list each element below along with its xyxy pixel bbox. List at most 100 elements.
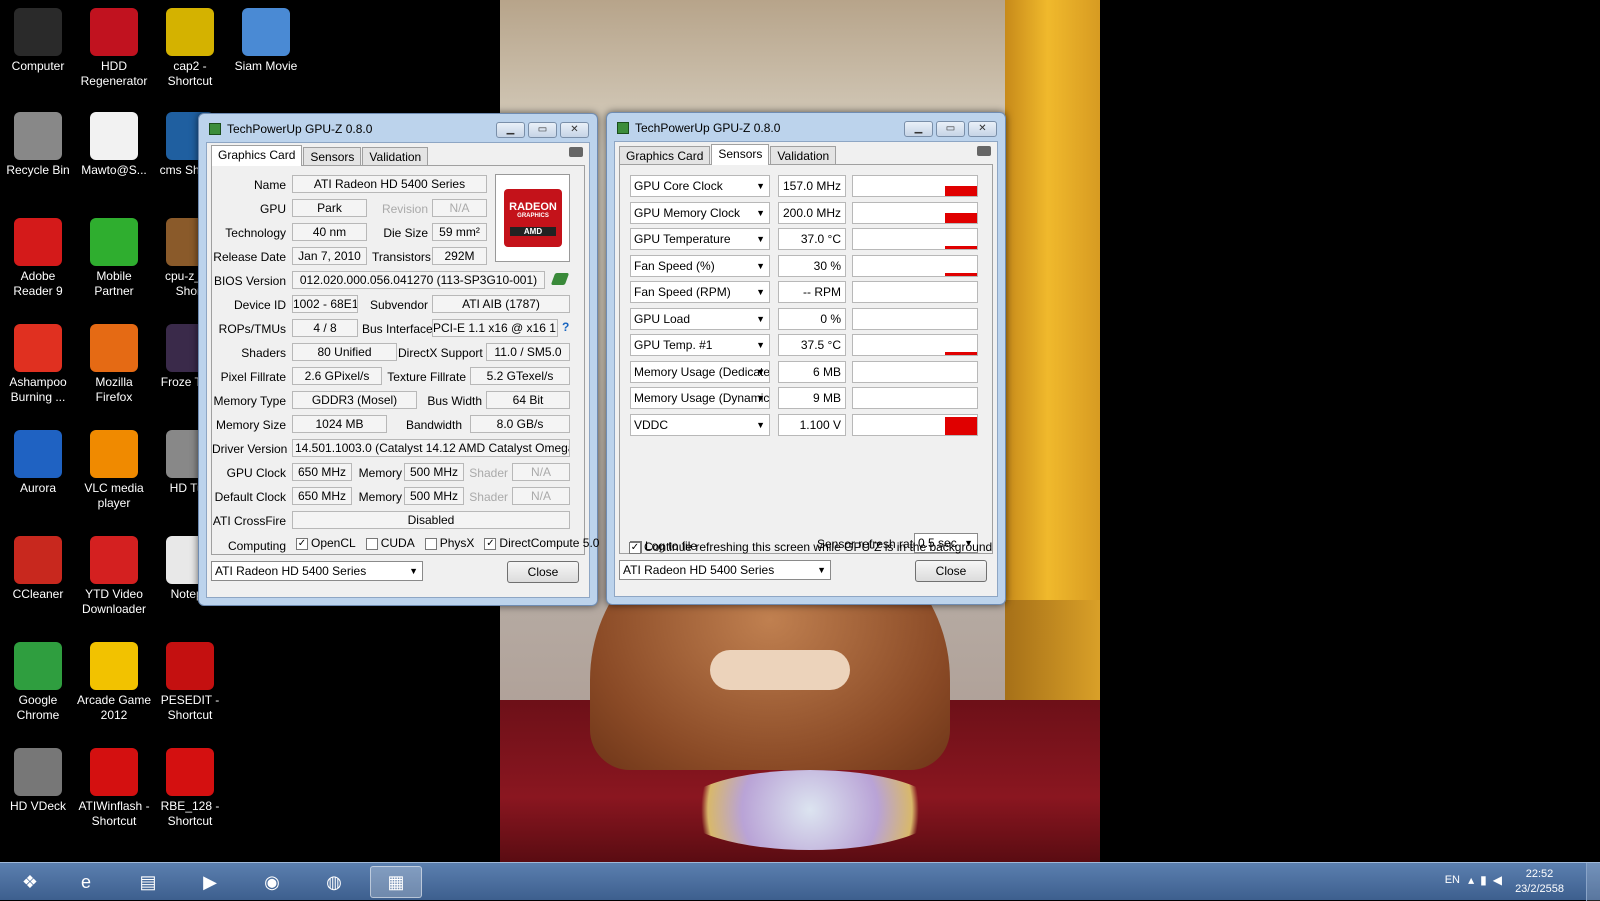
label-pixel-fillrate: Pixel Fillrate (220, 370, 286, 384)
sensor-select[interactable]: Memory Usage (Dynamic) ▼ (630, 387, 770, 409)
network-icon[interactable]: ▮ (1480, 873, 1493, 887)
system-tray[interactable]: ▴▮◀ (1468, 873, 1508, 887)
sensor-select[interactable]: GPU Core Clock ▼ (630, 175, 770, 197)
sensor-select[interactable]: GPU Temp. #1 ▼ (630, 334, 770, 356)
minimize-button[interactable]: ▁ (904, 121, 933, 137)
file-explorer-icon[interactable]: ▤ (122, 866, 174, 898)
tab-validation[interactable]: Validation (770, 146, 837, 165)
gpuz-icon[interactable]: ▦ (370, 866, 422, 898)
media-player-icon[interactable]: ▶ (184, 866, 236, 898)
close-window-button[interactable]: ✕ (968, 121, 997, 137)
value-bandwidth: 8.0 GB/s (470, 415, 570, 433)
label-gpu-memory: Memory (358, 466, 402, 480)
sensor-select[interactable]: GPU Load ▼ (630, 307, 770, 330)
window-title: TechPowerUp GPU-Z 0.8.0 (635, 121, 781, 135)
sensor-name: GPU Memory Clock (634, 205, 741, 220)
computing-option[interactable]: CUDA (365, 536, 415, 550)
sensor-select[interactable]: Memory Usage (Dedicated) ▼ (630, 360, 770, 383)
desktop-icon[interactable]: HDD Regenerator (76, 8, 152, 89)
label-release-date: Release Date (213, 250, 286, 264)
desktop-icon-label: VLC media player (84, 481, 144, 510)
desktop-icon[interactable]: CCleaner (0, 536, 76, 602)
continue-refresh-checkbox[interactable]: ✓ (629, 541, 641, 554)
continue-refresh-option[interactable]: ✓ Continue refreshing this screen while G… (629, 540, 992, 554)
bios-chip-icon[interactable] (550, 273, 570, 285)
desktop-icon-label: RBE_128 - Shortcut (160, 799, 220, 828)
camera-icon[interactable] (977, 146, 991, 156)
close-button[interactable]: Close (507, 561, 579, 583)
desktop-icon-label: Adobe Reader 9 (13, 269, 63, 298)
computing-option[interactable]: ✓ OpenCL (296, 536, 356, 550)
desktop-icon[interactable]: Siam Movie (228, 8, 304, 74)
tab-graphics-card[interactable]: Graphics Card (619, 146, 711, 165)
sensor-select[interactable]: GPU Temperature ▼ (630, 228, 770, 250)
sensor-select[interactable]: Fan Speed (%) ▼ (630, 254, 770, 277)
tab-sensors[interactable]: Sensors (303, 147, 362, 166)
computing-checkbox[interactable] (424, 537, 437, 550)
computing-option[interactable]: PhysX (424, 536, 474, 550)
show-desktop-button[interactable] (1586, 863, 1600, 901)
sensor-name: GPU Load (634, 311, 691, 326)
tray-arrow-icon[interactable]: ▴ (1468, 873, 1480, 887)
sensor-row: Memory Usage (Dynamic) ▼ 9 MB (630, 387, 980, 409)
sensor-name: VDDC (634, 417, 669, 432)
value-rops-tmus: 4 / 8 (292, 319, 358, 337)
gpu-select-dropdown[interactable]: ATI Radeon HD 5400 Series ▼ (619, 560, 831, 580)
close-window-button[interactable]: ✕ (560, 122, 589, 138)
desktop-icon[interactable]: Google Chrome (0, 642, 76, 723)
language-indicator[interactable]: EN (1445, 874, 1460, 886)
desktop-icon[interactable]: RBE_128 - Shortcut (152, 748, 228, 829)
desktop-icon[interactable]: PESEDIT - Shortcut (152, 642, 228, 723)
sensor-select[interactable]: Fan Speed (RPM) ▼ (630, 281, 770, 303)
minimize-button[interactable]: ▁ (496, 122, 525, 138)
desktop-icon[interactable]: cap2 - Shortcut (152, 8, 228, 89)
gpu-select-dropdown[interactable]: ATI Radeon HD 5400 Series ▼ (211, 561, 423, 581)
desktop-icon[interactable]: Adobe Reader 9 (0, 218, 76, 299)
logo-radeon-text: RADEON (509, 201, 557, 213)
computing-checkbox[interactable]: ✓ (484, 537, 497, 550)
gpuz-sensors-window: TechPowerUp GPU-Z 0.8.0 ▁ ▭ ✕ Graphics C… (606, 112, 1006, 605)
firefox-icon[interactable]: ◍ (308, 866, 360, 898)
maximize-button[interactable]: ▭ (528, 122, 557, 138)
volume-icon[interactable]: ◀ (1493, 873, 1508, 887)
tab-graphics-card[interactable]: Graphics Card (211, 145, 303, 166)
desktop-icon[interactable]: YTD Video Downloader (76, 536, 152, 617)
tab-validation[interactable]: Validation (362, 147, 429, 166)
clock[interactable]: 22:52 23/2/2558 (1515, 867, 1564, 897)
sensor-row: GPU Memory Clock ▼ 200.0 MHz (630, 201, 980, 224)
label-bus-interface: Bus Interface (362, 322, 433, 336)
value-texture-fillrate: 5.2 GTexel/s (470, 367, 570, 385)
desktop-icon-label: PESEDIT - Shortcut (160, 693, 220, 722)
desktop-icon[interactable]: Computer (0, 8, 76, 74)
desktop-icon[interactable]: Ashampoo Burning ... (0, 324, 76, 405)
close-button[interactable]: Close (915, 560, 987, 582)
desktop-icon-label: ATIWinflash - Shortcut (78, 799, 150, 828)
title-bar[interactable]: TechPowerUp GPU-Z 0.8.0 ▁ ▭ ✕ (607, 113, 1005, 143)
tab-sensors[interactable]: Sensors (711, 144, 770, 165)
aurora-icon[interactable]: ◉ (246, 866, 298, 898)
desktop-icon[interactable]: HD VDeck (0, 748, 76, 814)
help-icon[interactable]: ? (562, 320, 569, 334)
camera-icon[interactable] (569, 147, 583, 157)
internet-explorer-icon[interactable]: e (60, 866, 112, 898)
desktop-icon[interactable]: Aurora (0, 430, 76, 496)
desktop-icon[interactable]: VLC media player (76, 430, 152, 511)
maximize-button[interactable]: ▭ (936, 121, 965, 137)
desktop-icon[interactable]: Mozilla Firefox (76, 324, 152, 405)
label-revision: Revision (381, 202, 428, 216)
desktop-icon[interactable]: Mobile Partner (76, 218, 152, 299)
start-orb-icon[interactable]: ❖ (4, 866, 56, 898)
value-default-shader: N/A (512, 487, 570, 505)
desktop-icon[interactable]: ATIWinflash - Shortcut (76, 748, 152, 829)
label-shaders: Shaders (241, 346, 286, 360)
computing-checkbox[interactable] (365, 537, 378, 550)
computing-option[interactable]: ✓ DirectCompute 5.0 (484, 536, 599, 550)
sensor-name: Memory Usage (Dedicated) (634, 364, 770, 379)
sensor-select[interactable]: VDDC ▼ (630, 413, 770, 436)
sensor-select[interactable]: GPU Memory Clock ▼ (630, 201, 770, 224)
desktop-icon[interactable]: Arcade Game 2012 (76, 642, 152, 723)
computing-checkbox[interactable]: ✓ (296, 537, 308, 550)
desktop-icon[interactable]: Mawto@S... (76, 112, 152, 178)
title-bar[interactable]: TechPowerUp GPU-Z 0.8.0 ▁ ▭ ✕ (199, 114, 597, 144)
desktop-icon[interactable]: Recycle Bin (0, 112, 76, 178)
